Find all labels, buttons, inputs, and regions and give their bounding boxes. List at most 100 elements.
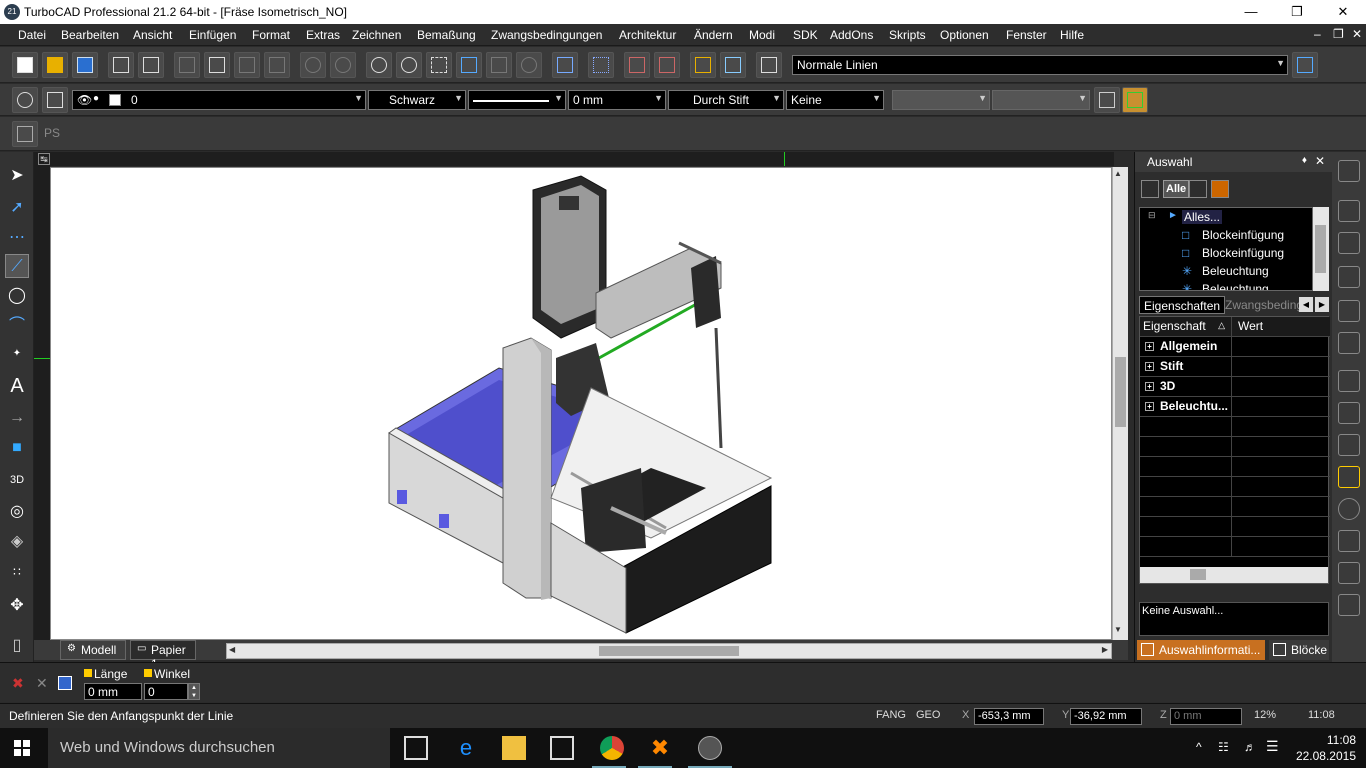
print-icon[interactable]: [108, 52, 134, 78]
redo-icon[interactable]: [330, 52, 356, 78]
menu-zwangsbedingungen[interactable]: Zwangsbedingungen: [491, 28, 602, 42]
turbocad-taskbar-icon[interactable]: [698, 736, 722, 760]
move-tool-icon[interactable]: ✥: [5, 594, 29, 618]
library-icon[interactable]: [690, 52, 716, 78]
undo-icon[interactable]: [300, 52, 326, 78]
menu-datei[interactable]: Datei: [18, 28, 46, 42]
tray-chevron-icon[interactable]: ^: [1196, 740, 1202, 754]
zoom-in-icon[interactable]: [366, 52, 392, 78]
menu-architektur[interactable]: Architektur: [619, 28, 676, 42]
network-icon[interactable]: ☷: [1218, 740, 1229, 754]
mdi-restore-icon[interactable]: ❐: [1333, 27, 1344, 41]
close-x-icon[interactable]: ✕: [36, 675, 48, 692]
print-preview-icon[interactable]: [138, 52, 164, 78]
tree-item-light-2[interactable]: Beleuchtung: [1202, 282, 1269, 290]
menu-format[interactable]: Format: [252, 28, 290, 42]
file-explorer-icon[interactable]: [502, 736, 526, 760]
tab-properties[interactable]: Eigenschaften: [1139, 296, 1226, 314]
scroll-right-icon[interactable]: ▶: [1102, 645, 1108, 654]
dotted-line-icon[interactable]: ⋯: [5, 226, 29, 250]
circle-tool-icon[interactable]: ◯: [5, 284, 29, 308]
zoom-window-icon[interactable]: [426, 52, 452, 78]
edit-tool-icon[interactable]: ➚: [5, 196, 29, 220]
mirror-tool-icon[interactable]: [1338, 160, 1360, 182]
cancel-snap-icon[interactable]: ✖: [12, 675, 24, 692]
copy-tool-icon[interactable]: [1338, 332, 1360, 354]
calculator-icon[interactable]: [58, 676, 72, 690]
paper-space-button[interactable]: PS: [44, 126, 60, 140]
paste-icon[interactable]: [234, 52, 260, 78]
tab-paper[interactable]: ▭ Papier 1: [130, 640, 196, 671]
notification-icon[interactable]: ☰: [1266, 738, 1279, 755]
slash-tool-icon[interactable]: [1338, 200, 1360, 222]
filter-layer-icon[interactable]: [1189, 180, 1207, 198]
menu-addons[interactable]: AddOns: [830, 28, 873, 42]
arc-tool-icon[interactable]: ⌒: [5, 314, 29, 338]
expand-icon[interactable]: +: [1145, 362, 1154, 371]
layer-select[interactable]: 👁 ● 0 ▼: [72, 90, 366, 110]
x-coordinate[interactable]: -653,3 mm: [974, 708, 1044, 725]
pin-icon[interactable]: ♦: [1302, 155, 1307, 166]
lock-length-icon[interactable]: [84, 669, 92, 677]
grid-icon[interactable]: [588, 52, 614, 78]
taskbar-search-box[interactable]: Web und Windows durchsuchen: [48, 728, 390, 768]
3d-tool-icon[interactable]: 3D: [5, 468, 29, 492]
pen-select[interactable]: Durch Stift ▼: [668, 90, 784, 110]
sparkle-tool-icon[interactable]: [1338, 466, 1360, 488]
filter-material-icon[interactable]: [1211, 180, 1229, 198]
mdi-close-icon[interactable]: ✕: [1352, 27, 1362, 41]
zoom-extents-icon[interactable]: [456, 52, 482, 78]
gear-icon[interactable]: [12, 87, 38, 113]
group-row-lighting[interactable]: + Beleuchtu...: [1140, 397, 1330, 417]
hatch-tool-icon[interactable]: ■: [5, 436, 29, 460]
z-coordinate[interactable]: 0 mm: [1170, 708, 1242, 725]
tab-selection-info[interactable]: Auswahlinformati...: [1137, 640, 1265, 660]
taskbar-clock[interactable]: 11:08 22.08.2015: [1296, 732, 1356, 764]
tree-item-block-2[interactable]: Blockeinfügung: [1202, 246, 1284, 260]
sphere-tool-icon[interactable]: [1338, 498, 1360, 520]
menu-extras[interactable]: Extras: [306, 28, 340, 42]
tab-next-icon[interactable]: ▶: [1315, 297, 1329, 312]
select-arrow-icon[interactable]: ➤: [5, 164, 29, 188]
tree-scroll-thumb[interactable]: [1315, 225, 1326, 273]
point-tool-icon[interactable]: ✦: [5, 342, 29, 366]
geo-toggle[interactable]: GEO: [916, 709, 940, 721]
material-icon[interactable]: [654, 52, 680, 78]
scroll-up-icon[interactable]: ▲: [1114, 169, 1122, 178]
menu-bemassung[interactable]: Bemaßung: [417, 28, 476, 42]
tree-item-block-1[interactable]: Blockeinfügung: [1202, 228, 1284, 242]
menu-bearbeiten[interactable]: Bearbeiten: [61, 28, 119, 42]
menu-modi[interactable]: Modi: [749, 28, 775, 42]
menu-ansicht[interactable]: Ansicht: [133, 28, 172, 42]
render-icon[interactable]: [624, 52, 650, 78]
coffee-cup-icon[interactable]: [1122, 87, 1148, 113]
snap-tool-icon[interactable]: →: [5, 406, 29, 430]
revolve-tool-icon[interactable]: ◎: [5, 500, 29, 524]
format-painter-icon[interactable]: [264, 52, 290, 78]
zoom-out-icon[interactable]: [396, 52, 422, 78]
menu-skripts[interactable]: Skripts: [889, 28, 926, 42]
tree-item-all[interactable]: Alles...: [1182, 210, 1223, 224]
model-space-icon[interactable]: [12, 121, 38, 147]
render-tool-icon[interactable]: ◈: [5, 530, 29, 554]
snap-toggle[interactable]: FANG: [876, 709, 906, 721]
expand-icon[interactable]: +: [1145, 402, 1154, 411]
save-icon[interactable]: [72, 52, 98, 78]
edge-browser-icon[interactable]: e: [454, 736, 478, 760]
linestyle-select[interactable]: ▼: [468, 90, 566, 110]
open-folder-icon[interactable]: [42, 52, 68, 78]
chrome-icon[interactable]: [600, 736, 624, 760]
array-tool-icon[interactable]: ∷: [5, 560, 29, 584]
eraser-tool-icon[interactable]: ▯: [5, 634, 29, 658]
tab-prev-icon[interactable]: ◀: [1299, 297, 1313, 312]
stack-tool-icon[interactable]: [1338, 266, 1360, 288]
lock-tool-icon[interactable]: [1338, 300, 1360, 322]
text-tool-icon[interactable]: A: [5, 374, 29, 398]
tab-model[interactable]: ⚙ Modell: [60, 640, 126, 660]
vertical-scrollbar[interactable]: ▲ ▼: [1112, 167, 1128, 640]
zoom-page-icon[interactable]: [486, 52, 512, 78]
zoom-previous-icon[interactable]: [516, 52, 542, 78]
angle-stepper[interactable]: ▲ ▼: [188, 683, 200, 700]
drawing-canvas[interactable]: [50, 167, 1112, 640]
menu-einfuegen[interactable]: Einfügen: [189, 28, 236, 42]
